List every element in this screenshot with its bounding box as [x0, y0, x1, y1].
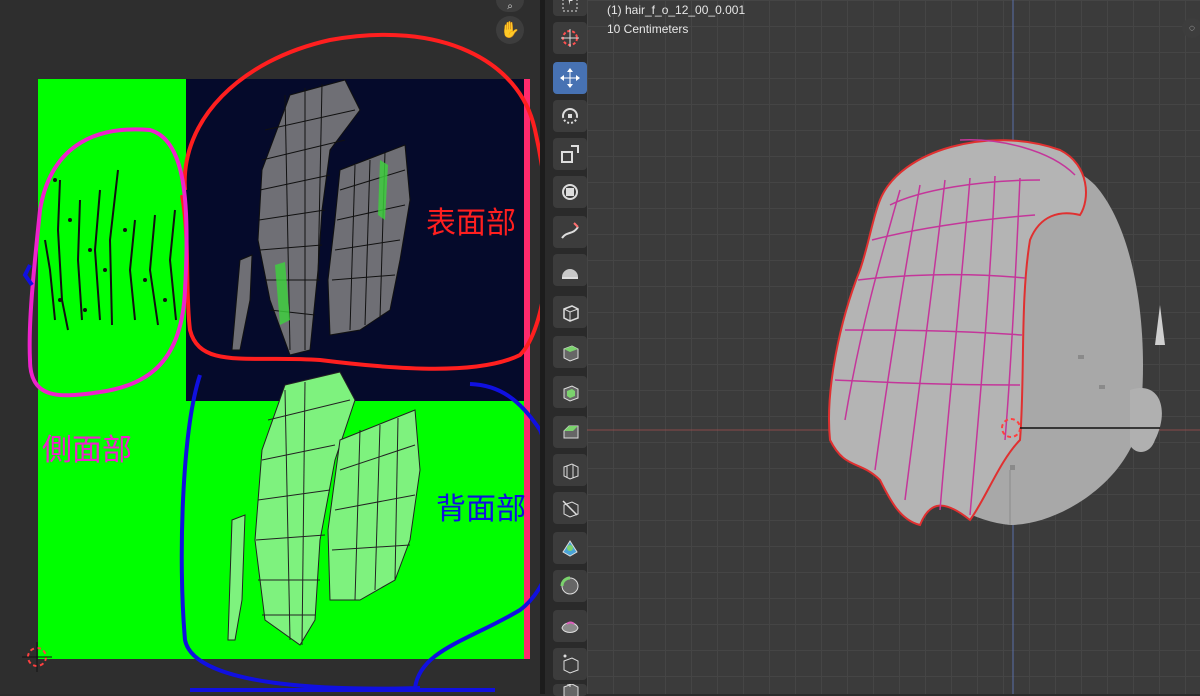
object-name-label: (1) hair_f_o_12_00_0.001 — [607, 3, 746, 17]
scale-label: 10 Centimeters — [607, 22, 689, 36]
viewport-scene — [587, 0, 1200, 694]
empty-object[interactable] — [1155, 305, 1165, 345]
orbit-icon: ◌ — [1189, 22, 1195, 34]
viewport-nav-button[interactable]: ◌ — [1182, 18, 1200, 38]
